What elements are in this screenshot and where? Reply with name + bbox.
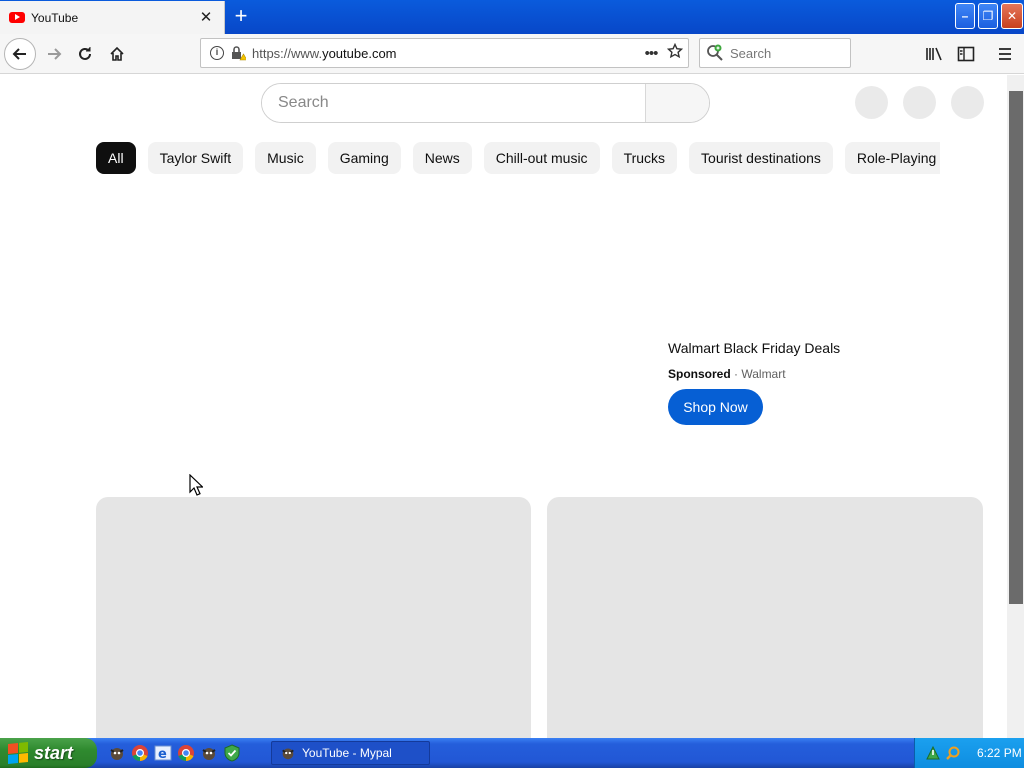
ad-title[interactable]: Walmart Black Friday Deals [668, 340, 840, 356]
tab-close-icon[interactable]: ✕ [197, 9, 215, 27]
browser-tab-youtube[interactable]: YouTube ✕ [0, 1, 225, 34]
start-label: start [34, 742, 74, 763]
reload-icon [79, 47, 91, 60]
chip-gaming[interactable]: Gaming [327, 142, 401, 174]
ad-meta: Sponsored · Walmart [668, 367, 786, 381]
mypal-app-icon [282, 748, 294, 760]
back-button[interactable] [4, 38, 36, 70]
chip-role-playing[interactable]: Role-Playing [844, 142, 940, 174]
mypal-quicklaunch-icon-2[interactable] [200, 744, 218, 762]
windows-taskbar: start e YouTube - Mypal 6:22 PM [0, 738, 1024, 768]
tab-title: YouTube [31, 10, 79, 25]
url-prefix: https://www. [252, 45, 323, 61]
page-viewport: All Taylor Swift Music Gaming News Chill-out … [0, 75, 1007, 738]
start-button[interactable]: start [0, 738, 97, 768]
youtube-search-button[interactable] [645, 84, 709, 122]
address-bar[interactable]: i https://www.youtube.com ••• [200, 38, 689, 68]
home-button[interactable] [101, 38, 133, 70]
system-tray: 6:22 PM [914, 738, 1024, 768]
taskbar-window-label: YouTube - Mypal [302, 746, 392, 760]
youtube-logo-icon [9, 12, 25, 23]
reload-button[interactable] [69, 38, 101, 70]
url-text[interactable]: https://www.youtube.com [252, 46, 640, 61]
chip-tourist-destinations[interactable]: Tourist destinations [689, 142, 833, 174]
home-icon [110, 46, 124, 61]
chip-taylor-swift[interactable]: Taylor Swift [147, 142, 244, 174]
mypal-quicklaunch-icon[interactable] [108, 744, 126, 762]
ad-separator: · [730, 367, 742, 381]
web-search-input[interactable] [730, 45, 840, 61]
back-arrow-icon [12, 48, 26, 60]
network-tray-icon[interactable] [925, 745, 941, 761]
taskbar-window-youtube[interactable]: YouTube - Mypal [271, 741, 430, 765]
ad-advertiser: Walmart [741, 367, 786, 381]
navigation-toolbar: i https://www.youtube.com ••• [0, 34, 1024, 74]
scrollbar-thumb[interactable] [1009, 91, 1023, 604]
video-thumbnail-placeholder[interactable] [547, 497, 983, 738]
forward-button[interactable] [38, 38, 70, 70]
header-avatar-placeholder[interactable] [951, 86, 984, 119]
browser-tab-strip: YouTube ✕ + – ❐ ✕ [0, 0, 1024, 34]
web-search-box[interactable] [699, 38, 851, 68]
library-button[interactable] [922, 42, 946, 66]
url-host: youtube.com [322, 45, 397, 61]
youtube-search-input[interactable] [262, 84, 645, 122]
sidebar-button[interactable] [954, 42, 978, 66]
close-window-button[interactable]: ✕ [1001, 3, 1023, 29]
maximize-button[interactable]: ❐ [978, 3, 998, 29]
video-thumbnail-placeholder[interactable] [96, 497, 531, 738]
chip-all[interactable]: All [96, 142, 136, 174]
page-actions-icon[interactable]: ••• [640, 45, 662, 62]
hamburger-menu-icon [999, 48, 1011, 60]
sponsored-label: Sponsored [668, 367, 731, 381]
chip-music[interactable]: Music [255, 142, 316, 174]
svg-text:e: e [158, 747, 167, 762]
chip-chill-out-music[interactable]: Chill-out music [483, 142, 600, 174]
chip-news[interactable]: News [412, 142, 472, 174]
category-chips-bar: All Taylor Swift Music Gaming News Chill-out … [96, 142, 940, 175]
chip-trucks[interactable]: Trucks [611, 142, 678, 174]
shop-now-button[interactable]: Shop Now [668, 389, 763, 425]
library-icon [926, 47, 942, 61]
chrome-quicklaunch-icon-2[interactable] [177, 744, 195, 762]
youtube-search-bar[interactable] [261, 83, 710, 123]
search-engine-icon [707, 44, 723, 61]
lock-warning-icon[interactable] [230, 45, 248, 61]
minimize-button[interactable]: – [955, 3, 975, 29]
header-button-placeholder-2[interactable] [903, 86, 936, 119]
windows-logo-icon [8, 741, 28, 765]
security-quicklaunch-icon[interactable] [223, 744, 241, 762]
sidebar-icon [957, 46, 975, 62]
new-tab-button[interactable]: + [228, 4, 254, 30]
search-tray-icon[interactable] [945, 745, 961, 761]
chrome-quicklaunch-icon[interactable] [131, 744, 149, 762]
info-icon[interactable]: i [210, 46, 224, 60]
star-icon[interactable] [662, 42, 688, 64]
mouse-cursor-icon [189, 474, 203, 496]
menu-button[interactable] [993, 42, 1017, 66]
taskbar-clock: 6:22 PM [977, 746, 1022, 760]
forward-arrow-icon [48, 48, 62, 60]
header-button-placeholder-1[interactable] [855, 86, 888, 119]
ie-quicklaunch-icon[interactable]: e [154, 744, 172, 762]
